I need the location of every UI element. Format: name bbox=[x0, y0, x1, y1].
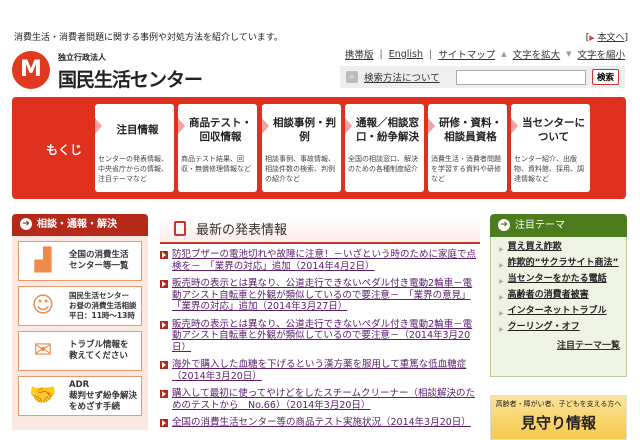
sitemap-link[interactable]: サイトマップ bbox=[438, 47, 495, 61]
search-icon: ⌕ bbox=[346, 71, 358, 83]
all-themes-link[interactable]: 注目テーマ一覧 bbox=[557, 341, 620, 351]
themes-title: 注目テーマ bbox=[515, 220, 565, 231]
bullet-icon bbox=[160, 419, 168, 427]
news-header: 最新の発表情報 bbox=[160, 214, 480, 244]
handshake-icon: 🤝 bbox=[29, 383, 57, 408]
bullet-icon bbox=[160, 390, 168, 398]
theme-link[interactable]: クーリング・オフ bbox=[508, 322, 580, 335]
nav-card-training[interactable]: 研修・資料・相談員資格消費生活・消費者問題を学習する資料や研修など bbox=[428, 104, 507, 192]
news-section: 最新の発表情報 防犯ブザーの電池切れや故障に注意！－いざという時のために家庭で点… bbox=[160, 214, 480, 435]
triangle-icon: ▶ bbox=[499, 326, 504, 333]
consult-panel: ➜ 相談・通報・解決 ▟ 全国の消費生活 センター等一覧 ☺ 国民生活センター お昼の消費… bbox=[12, 214, 148, 430]
logo-subtitle: 独立行政法人 bbox=[58, 53, 106, 62]
consult-panel-header: ➜ 相談・通報・解決 bbox=[12, 214, 148, 236]
card-desc: 商品テスト結果、回収・無償修理情報など bbox=[181, 155, 251, 173]
mail-at-icon: ✉ bbox=[33, 338, 53, 363]
shrink-text-link[interactable]: 文字を縮小 bbox=[578, 47, 626, 61]
news-title: 最新の発表情報 bbox=[196, 222, 288, 238]
triangle-down-icon: ▼ bbox=[566, 50, 572, 58]
triangle-icon: ▶ bbox=[499, 294, 504, 301]
nav-card-about[interactable]: 当センターについてセンター紹介、出版物、資料館、採用、調達情報など bbox=[511, 104, 590, 192]
card-title: 商品テスト・回収情報 bbox=[189, 117, 252, 143]
card-desc: 消費生活・消費者問題を学習する資料や研修など bbox=[431, 155, 501, 183]
bullet-icon bbox=[160, 251, 168, 259]
card-desc: 相談事例、事故情報、相談件数の検索、判例の紹介など bbox=[265, 155, 335, 183]
card-title: 注目情報 bbox=[116, 124, 159, 136]
news-item: 防犯ブザーの電池切れや故障に注意！－いざという時のために家庭で点検を－ 「業界の… bbox=[160, 249, 480, 272]
site-tagline: 消費生活・消費者問題に関する事例や対処方法を紹介しています。 bbox=[14, 33, 283, 43]
card-title: 研修・資料・相談員資格 bbox=[439, 117, 502, 143]
triangle-icon: ▶ bbox=[499, 246, 504, 253]
nav-card-featured[interactable]: 注目情報センターの発表情報、中央省庁からの情報、注目テーマなど bbox=[95, 104, 174, 192]
search-help-link[interactable]: 検索方法について bbox=[364, 70, 440, 84]
card-desc: センターの発表情報、中央省庁からの情報、注目テーマなど bbox=[98, 155, 168, 183]
news-item: 全国の消費生活センター等の商品テスト実施状況（2014年3月20日） bbox=[160, 417, 480, 429]
panel-title: 相談・通報・解決 bbox=[37, 219, 117, 230]
nav-label: もくじ bbox=[46, 143, 83, 157]
card-title: 相談事例・判例 bbox=[273, 117, 336, 143]
card-desc: センター紹介、出版物、資料館、採用、調達情報など bbox=[514, 155, 584, 183]
news-item: 海外で購入した血糖を下げるという漢方薬を服用して重篤な低血糖症（2014年3月2… bbox=[160, 359, 480, 382]
site-logo[interactable]: M 独立行政法人 国民生活センター bbox=[12, 50, 212, 92]
bullet-icon bbox=[160, 280, 168, 288]
theme-link[interactable]: 詐欺的“サクラサイト商法” bbox=[508, 258, 619, 271]
search-button[interactable]: 検索 bbox=[591, 69, 619, 85]
card-desc: 全国の相談窓口、解決のための各種制度紹介 bbox=[348, 155, 418, 173]
bullet-icon bbox=[160, 361, 168, 369]
card-title: 当センターについて bbox=[522, 117, 585, 143]
japan-map-icon: ▟ bbox=[34, 248, 52, 273]
mobile-link[interactable]: 携帯版 bbox=[345, 47, 374, 61]
skip-to-content[interactable]: [▶ 本文へ] bbox=[586, 30, 628, 43]
main-nav: もくじ 注目情報センターの発表情報、中央省庁からの情報、注目テーマなど 商品テス… bbox=[12, 97, 626, 199]
consumer-centers-link[interactable]: ▟ 全国の消費生活 センター等一覧 bbox=[18, 241, 142, 281]
arrow-right-icon: ➜ bbox=[20, 218, 32, 230]
operator-icon: ☺ bbox=[31, 293, 55, 318]
triangle-icon: ▶ bbox=[589, 34, 595, 42]
search-bar: ⌕ 検索方法について 検索 bbox=[340, 66, 625, 88]
triangle-icon: ▶ bbox=[499, 278, 504, 285]
logo-title: 国民生活センター bbox=[58, 69, 203, 91]
bullet-icon bbox=[160, 320, 168, 329]
theme-link[interactable]: 買え買え詐欺 bbox=[508, 242, 562, 255]
logo-mark-icon: M bbox=[12, 51, 50, 89]
adr-link[interactable]: 🤝 ADR 裁判せず紛争解決 をめざす手続 bbox=[18, 376, 142, 416]
news-item: 販売時の表示とは異なり、公道走行できないペダル付き電動2輪車－電動アシスト自転車… bbox=[160, 278, 480, 313]
triangle-up-icon: ▲ bbox=[501, 50, 507, 58]
triangle-icon: ▶ bbox=[499, 310, 504, 317]
card-title: 通報／相談窓口・紛争解決 bbox=[356, 117, 419, 143]
nav-card-product-tests[interactable]: 商品テスト・回収情報商品テスト結果、回収・無償修理情報など bbox=[178, 104, 257, 192]
triangle-icon: ▶ bbox=[499, 262, 504, 269]
news-item: 購入して最初に使ってやけどをしたスチームクリーナー（相談解決のためのテストから … bbox=[160, 388, 480, 411]
utility-links: 携帯版 | English | サイトマップ ▲ 文字を拡大 ▼ 文字を縮小 bbox=[345, 47, 626, 62]
enlarge-text-link[interactable]: 文字を拡大 bbox=[513, 47, 561, 61]
document-icon bbox=[174, 220, 186, 236]
themes-header: ➜ 注目テーマ bbox=[490, 214, 627, 237]
search-input[interactable] bbox=[455, 69, 586, 85]
theme-link[interactable]: 当センターをかたる電話 bbox=[508, 274, 607, 287]
nav-card-cases[interactable]: 相談事例・判例相談事例、事故情報、相談件数の検索、判例の紹介など bbox=[262, 104, 341, 192]
arrow-right-icon: ➜ bbox=[498, 219, 510, 231]
banner-subtitle: 高齢者・障がい者、子どもを支える方へ bbox=[495, 400, 622, 408]
mimamori-banner[interactable]: 高齢者・障がい者、子どもを支える方へ 見守り情報 bbox=[490, 395, 627, 440]
english-link[interactable]: English bbox=[389, 49, 423, 60]
lunch-consultation-link[interactable]: ☺ 国民生活センター お昼の消費生活相談 平日：11時～13時 bbox=[18, 286, 142, 326]
theme-link[interactable]: インターネットトラブル bbox=[508, 306, 607, 319]
news-item: 販売時の表示とは異なり、公道走行できないペダル付き電動2輪車－電動アシスト自転車… bbox=[160, 319, 480, 354]
featured-themes: ➜ 注目テーマ ▶ 買え買え詐欺 ▶ 詐欺的“サクラサイト商法” ▶ 当センターをかたる… bbox=[490, 214, 627, 440]
theme-link[interactable]: 高齢者の消費者被害 bbox=[508, 290, 589, 303]
nav-card-consultation[interactable]: 通報／相談窓口・紛争解決全国の相談窓口、解決のための各種制度紹介 bbox=[345, 104, 424, 192]
report-trouble-link[interactable]: ✉ トラブル情報を 教えてください bbox=[18, 331, 142, 371]
